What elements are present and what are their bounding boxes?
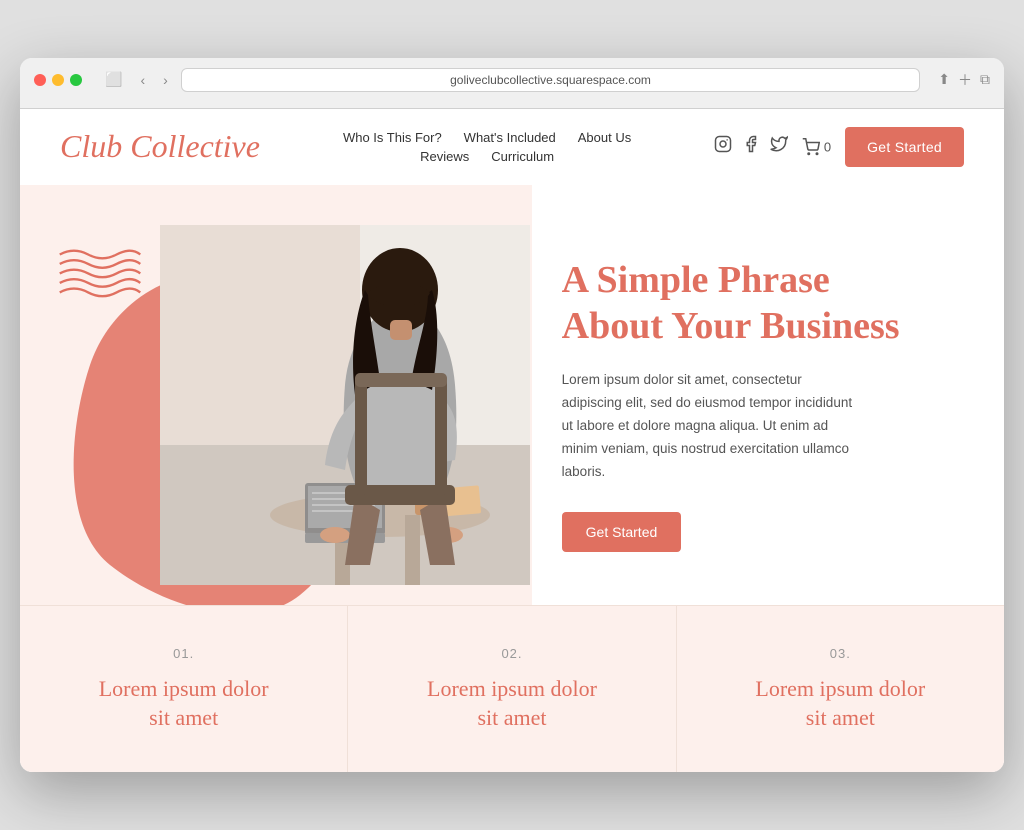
new-tab-button[interactable]: ＋ bbox=[958, 70, 972, 90]
back-button[interactable]: ‹ bbox=[135, 70, 150, 90]
hero-section: A Simple Phrase About Your Business Lore… bbox=[20, 185, 1004, 605]
nav-curriculum-link[interactable]: Curriculum bbox=[491, 149, 554, 164]
hero-photo bbox=[160, 225, 530, 585]
header-right: 0 Get Started bbox=[714, 127, 964, 167]
feature-item-1: 01. Lorem ipsum dolor sit amet bbox=[20, 606, 348, 772]
nav-who-link[interactable]: Who Is This For? bbox=[343, 130, 442, 145]
hero-cta-button[interactable]: Get Started bbox=[562, 512, 682, 552]
nav-included-link[interactable]: What's Included bbox=[464, 130, 556, 145]
hero-image-area bbox=[20, 185, 532, 605]
address-bar[interactable]: goliveclubcollective.squarespace.com bbox=[181, 68, 920, 92]
share-button[interactable]: ⬆ bbox=[938, 70, 950, 90]
browser-actions: ⬆ ＋ ⧉ bbox=[938, 70, 990, 90]
nav-row-2: Reviews Curriculum bbox=[420, 149, 554, 164]
hero-heading: A Simple Phrase About Your Business bbox=[562, 258, 954, 349]
minimize-button[interactable] bbox=[52, 74, 64, 86]
browser-window: ⬜ ‹ › goliveclubcollective.squarespace.c… bbox=[20, 58, 1004, 772]
browser-nav: ⬜ ‹ › bbox=[100, 69, 173, 90]
feature-item-3: 03. Lorem ipsum dolor sit amet bbox=[677, 606, 1004, 772]
nav-row-1: Who Is This For? What's Included About U… bbox=[343, 130, 631, 145]
close-button[interactable] bbox=[34, 74, 46, 86]
site-logo: Club Collective bbox=[60, 129, 260, 164]
facebook-icon[interactable] bbox=[742, 135, 760, 158]
twitter-icon[interactable] bbox=[770, 135, 788, 158]
site-nav: Who Is This For? What's Included About U… bbox=[343, 130, 631, 164]
feature-number-2: 02. bbox=[378, 646, 645, 661]
header-cta-button[interactable]: Get Started bbox=[845, 127, 964, 167]
forward-button[interactable]: › bbox=[158, 70, 173, 90]
traffic-lights bbox=[34, 74, 82, 86]
wave-decoration bbox=[55, 245, 145, 305]
sidebar-toggle-button[interactable]: ⬜ bbox=[100, 69, 127, 90]
site-header: Club Collective Who Is This For? What's … bbox=[20, 109, 1004, 185]
nav-reviews-link[interactable]: Reviews bbox=[420, 149, 469, 164]
instagram-icon[interactable] bbox=[714, 135, 732, 158]
feature-item-2: 02. Lorem ipsum dolor sit amet bbox=[348, 606, 676, 772]
feature-title-3: Lorem ipsum dolor sit amet bbox=[707, 675, 974, 732]
features-section: 01. Lorem ipsum dolor sit amet 02. Lorem… bbox=[20, 605, 1004, 772]
website-content: Club Collective Who Is This For? What's … bbox=[20, 109, 1004, 772]
nav-about-link[interactable]: About Us bbox=[578, 130, 631, 145]
social-icons bbox=[714, 135, 788, 158]
maximize-button[interactable] bbox=[70, 74, 82, 86]
cart-icon[interactable]: 0 bbox=[802, 138, 831, 156]
feature-title-2: Lorem ipsum dolor sit amet bbox=[378, 675, 645, 732]
hero-right: A Simple Phrase About Your Business Lore… bbox=[532, 185, 1004, 605]
hero-body-text: Lorem ipsum dolor sit amet, consectetur … bbox=[562, 369, 862, 484]
browser-chrome: ⬜ ‹ › goliveclubcollective.squarespace.c… bbox=[20, 58, 1004, 109]
duplicate-button[interactable]: ⧉ bbox=[980, 70, 990, 90]
feature-number-3: 03. bbox=[707, 646, 974, 661]
feature-title-1: Lorem ipsum dolor sit amet bbox=[50, 675, 317, 732]
feature-number-1: 01. bbox=[50, 646, 317, 661]
